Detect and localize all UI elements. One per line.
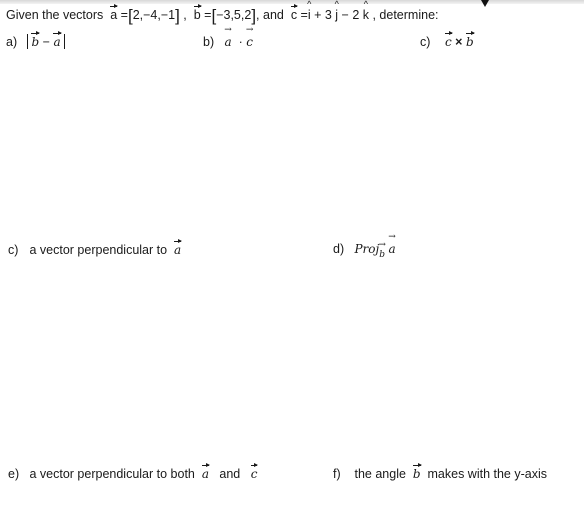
part-c-perpendicular: c) a vector perpendicular to a [8,239,183,257]
part-f-text1: the angle [354,467,406,481]
part-e-label: e) [8,467,20,481]
cross-operator: × [455,35,463,49]
vector-a: a [389,242,396,256]
intro-suffix: , determine: [372,8,439,22]
part-e: e) a vector perpendicular to both a and … [8,463,259,481]
vector-c: c [250,463,259,481]
vector-b-symbol: b [193,4,202,22]
part-c2-label: c) [8,243,19,257]
unit-k: k [363,8,369,22]
vector-b: b [465,31,475,49]
vector-a-value: 2,−4,−1 [132,8,176,22]
minus-operator: − [42,35,50,49]
part-c2-text: a vector perpendicular to [29,243,168,257]
vector-a: a [53,31,62,49]
proj-subscript-b: b [379,250,385,260]
unit-j: j [335,8,338,22]
vector-b-value: −3,5,2 [216,8,252,22]
dot-operator: · [238,35,243,49]
part-f: f) the angle b makes with the y-axis [333,463,547,481]
part-b-label: b) [203,35,215,49]
page-top-shade [0,0,584,4]
vector-c-symbol: c [290,4,299,22]
c-minus: − 2 [338,8,363,22]
part-f-label: f) [333,467,341,481]
intro-and: , and [256,8,284,22]
vector-a: a [224,35,231,49]
magnitude-expression: b − a [27,31,65,49]
bracket-close: ] [175,6,180,25]
cursor-marker-icon [481,0,489,7]
vector-a-symbol: a [110,4,119,22]
intro-prefix: Given the vectors [6,8,104,22]
part-d: d) Projb a [333,242,396,260]
part-a-label: a) [6,35,18,49]
vector-c: c [246,35,253,49]
part-b: b) a · c [203,35,253,49]
unit-i: i [308,8,311,22]
vector-c: c [444,31,453,49]
part-d-label: d) [333,242,345,256]
and-word: and [219,467,241,481]
part-c-cross: c) c × b [420,31,475,49]
proj-operator: Proj [354,242,380,256]
part-f-text2: makes with the y-axis [427,467,547,481]
vector-b: b [412,463,422,481]
vector-a: a [174,239,183,257]
part-a: a) b − a [6,31,65,49]
intro-line: Given the vectors a =[2,−4,−1] , b =[−3,… [6,4,439,26]
c-plus: + 3 [310,8,336,22]
part-c-label: c) [420,35,431,49]
part-e-text: a vector perpendicular to both [29,467,195,481]
vector-a: a [201,463,211,481]
vector-b: b [31,31,40,49]
